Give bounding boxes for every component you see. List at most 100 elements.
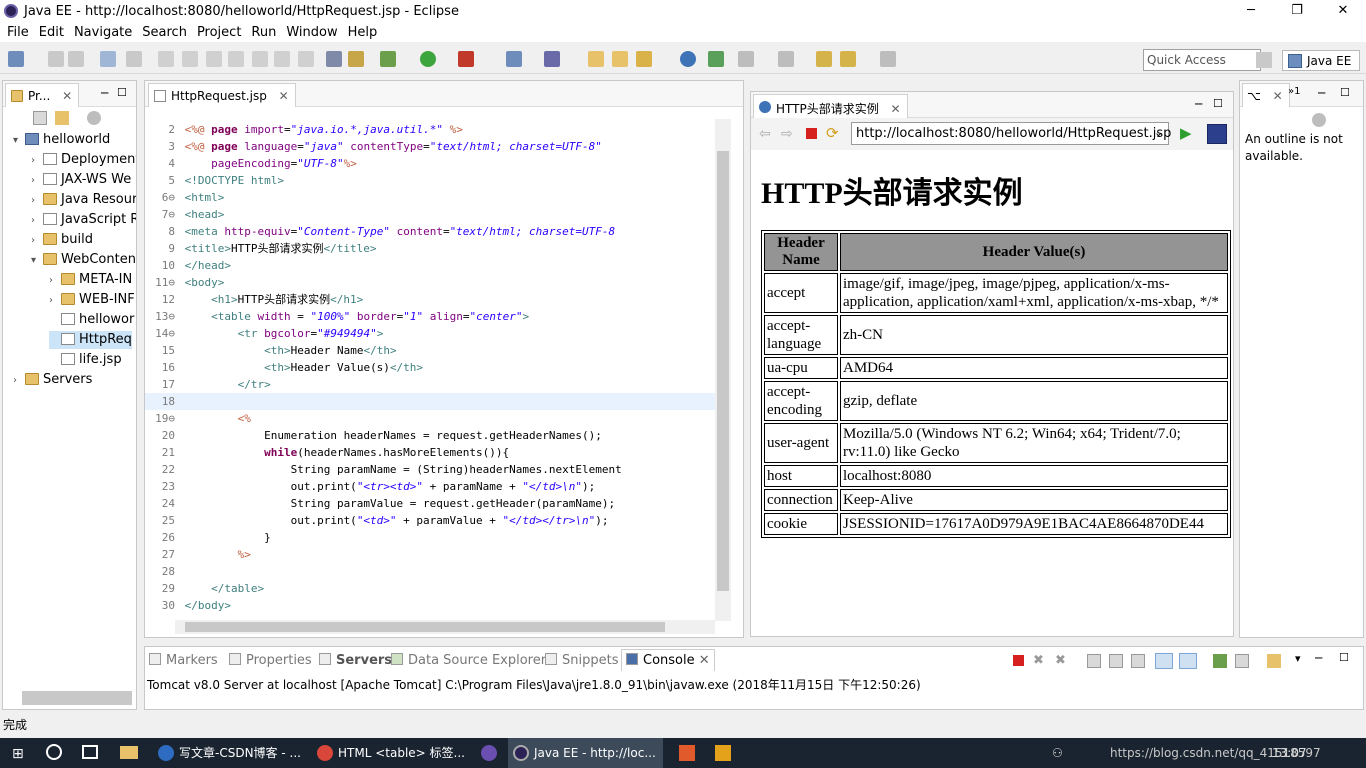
chevron-right-icon[interactable]: › — [31, 212, 43, 230]
step-over-icon[interactable] — [274, 51, 290, 67]
refresh-icon[interactable] — [708, 51, 724, 67]
disconnect-icon[interactable] — [228, 51, 244, 67]
taskbar-item-chrome[interactable]: HTML <table> 标签... — [312, 738, 467, 768]
code-line[interactable]: 25 out.print("<td>" + paramValue + "</td… — [145, 512, 715, 529]
code-line[interactable]: 30 </body> — [145, 597, 715, 614]
scroll-thumb[interactable] — [185, 622, 665, 632]
chevron-right-icon[interactable]: › — [31, 232, 43, 250]
windows-start-icon[interactable]: ⊞ — [12, 746, 24, 762]
code-line[interactable]: 27 %> — [145, 546, 715, 563]
menu-help[interactable]: Help — [343, 25, 383, 40]
last-edit-icon[interactable] — [816, 51, 832, 67]
code-line[interactable]: 7⊖ <head> — [145, 206, 715, 223]
quick-access-input[interactable]: Quick Access — [1143, 49, 1261, 71]
stop-icon[interactable] — [806, 128, 817, 139]
eclipse-browser-icon[interactable] — [1207, 124, 1227, 144]
next-annotation-icon[interactable] — [738, 51, 754, 67]
tree-item[interactable]: hellowor — [49, 311, 134, 329]
external-tools-icon[interactable] — [458, 51, 474, 67]
new-server-icon[interactable] — [506, 51, 522, 67]
code-line[interactable]: 15 <th>Header Name</th> — [145, 342, 715, 359]
file-explorer-icon[interactable] — [120, 746, 138, 759]
close-icon[interactable]: ✕ — [1273, 89, 1283, 103]
code-line[interactable]: 21 while(headerNames.hasMoreElements()){ — [145, 444, 715, 461]
tree-item[interactable]: › JAX-WS We — [31, 171, 131, 189]
tree-item[interactable]: HttpReq — [49, 331, 132, 349]
code-line[interactable]: 16 <th>Header Value(s)</th> — [145, 359, 715, 376]
minimize-icon[interactable]: ─ — [1195, 97, 1202, 111]
terminate-icon[interactable] — [206, 51, 222, 67]
search-icon[interactable] — [46, 744, 62, 760]
debug-icon[interactable] — [380, 51, 396, 67]
maximize-icon[interactable]: ☐ — [1340, 86, 1350, 99]
taskbar-item-eclipse[interactable]: Java EE - http://loc... — [508, 738, 663, 768]
chevron-right-icon[interactable]: › — [31, 192, 43, 210]
code-line[interactable]: 4 pageEncoding="UTF-8"%> — [145, 155, 715, 172]
editor-horizontal-scrollbar[interactable] — [175, 620, 715, 634]
tree-item[interactable]: › Servers — [13, 371, 92, 389]
skip-breakpoints-icon[interactable] — [126, 51, 142, 67]
tab-properties[interactable]: Properties — [229, 653, 312, 668]
forward-icon[interactable] — [880, 51, 896, 67]
save-all-icon[interactable] — [68, 51, 84, 67]
maximize-icon[interactable]: ☐ — [1213, 97, 1223, 110]
suspend-icon[interactable] — [182, 51, 198, 67]
chevron-down-icon[interactable]: ⌄ — [1154, 126, 1163, 139]
perspective-java-ee[interactable]: Java EE — [1282, 50, 1360, 71]
view-menu-icon[interactable]: ▾ — [1295, 652, 1301, 665]
app-icon[interactable] — [481, 745, 497, 761]
minimize-icon[interactable]: ─ — [1315, 651, 1322, 665]
console-output[interactable]: Tomcat v8.0 Server at localhost [Apache … — [147, 676, 921, 693]
web-browser-icon[interactable] — [680, 51, 696, 67]
tab-http-request-page[interactable]: HTTP头部请求实例 ✕ — [753, 94, 908, 118]
toggle-tasks-icon[interactable] — [326, 51, 342, 67]
code-line[interactable]: 5 <!DOCTYPE html> — [145, 172, 715, 189]
code-line[interactable]: 13⊖ <table width = "100%" border="1" ali… — [145, 308, 715, 325]
code-line[interactable]: 6⊖ <html> — [145, 189, 715, 206]
tab-outline[interactable]: ⌥ ✕ — [1242, 83, 1290, 107]
display-console-icon[interactable] — [1235, 654, 1249, 668]
menu-project[interactable]: Project — [192, 25, 246, 40]
new-class-icon[interactable] — [544, 51, 560, 67]
open-resource-icon[interactable] — [612, 51, 628, 67]
close-window-button[interactable]: ✕ — [1320, 0, 1366, 22]
tree-item[interactable]: ▾ helloworld — [13, 131, 110, 149]
new-icon[interactable] — [8, 51, 24, 67]
code-line[interactable]: 3 <%@ page language="java" contentType="… — [145, 138, 715, 155]
clock[interactable]: 13:07 — [1272, 738, 1307, 768]
clear-console-icon[interactable] — [1087, 654, 1101, 668]
tree-item[interactable]: › Java Resour — [31, 191, 136, 210]
hbuilder-icon[interactable] — [679, 745, 695, 761]
code-line[interactable]: 12 <h1>HTTP头部请求实例</h1> — [145, 291, 715, 308]
code-area[interactable]: 2 <%@ page import="java.io.*,java.util.*… — [145, 117, 715, 617]
tab-snippets[interactable]: Snippets — [545, 653, 618, 668]
menu-navigate[interactable]: Navigate — [69, 25, 137, 40]
code-line[interactable]: 28 — [145, 563, 715, 580]
back-arrow-icon[interactable]: ⇦ — [759, 126, 771, 142]
open-type-icon[interactable] — [588, 51, 604, 67]
chevron-right-icon[interactable]: › — [49, 292, 61, 310]
code-line[interactable]: 20 Enumeration headerNames = request.get… — [145, 427, 715, 444]
print-icon[interactable] — [100, 51, 116, 67]
collapse-all-icon[interactable] — [33, 111, 47, 125]
scroll-thumb[interactable] — [717, 151, 729, 591]
menu-window[interactable]: Window — [281, 25, 342, 40]
menu-file[interactable]: File — [2, 25, 34, 40]
back-icon[interactable] — [840, 51, 856, 67]
task-view-icon[interactable] — [82, 745, 98, 759]
menu-run[interactable]: Run — [246, 25, 281, 40]
word-wrap-icon[interactable] — [1131, 654, 1145, 668]
show-on-output-icon[interactable] — [1155, 653, 1173, 669]
more-views-label[interactable]: »1 — [1288, 86, 1300, 97]
link-editor-icon[interactable] — [55, 111, 69, 125]
tree-item[interactable]: life.jsp — [49, 351, 122, 369]
code-line[interactable]: 29 </table> — [145, 580, 715, 597]
editor-vertical-scrollbar[interactable] — [715, 119, 731, 621]
chevron-down-icon[interactable]: ▾ — [13, 132, 25, 150]
code-line[interactable]: 8 <meta http-equiv="Content-Type" conten… — [145, 223, 715, 240]
code-line[interactable]: 23 out.print("<tr><td>" + paramName + "<… — [145, 478, 715, 495]
close-icon[interactable]: ✕ — [279, 89, 289, 103]
go-icon[interactable]: ▶ — [1180, 124, 1192, 142]
maximize-icon[interactable]: ☐ — [117, 86, 127, 99]
code-line[interactable]: 11⊖ <body> — [145, 274, 715, 291]
